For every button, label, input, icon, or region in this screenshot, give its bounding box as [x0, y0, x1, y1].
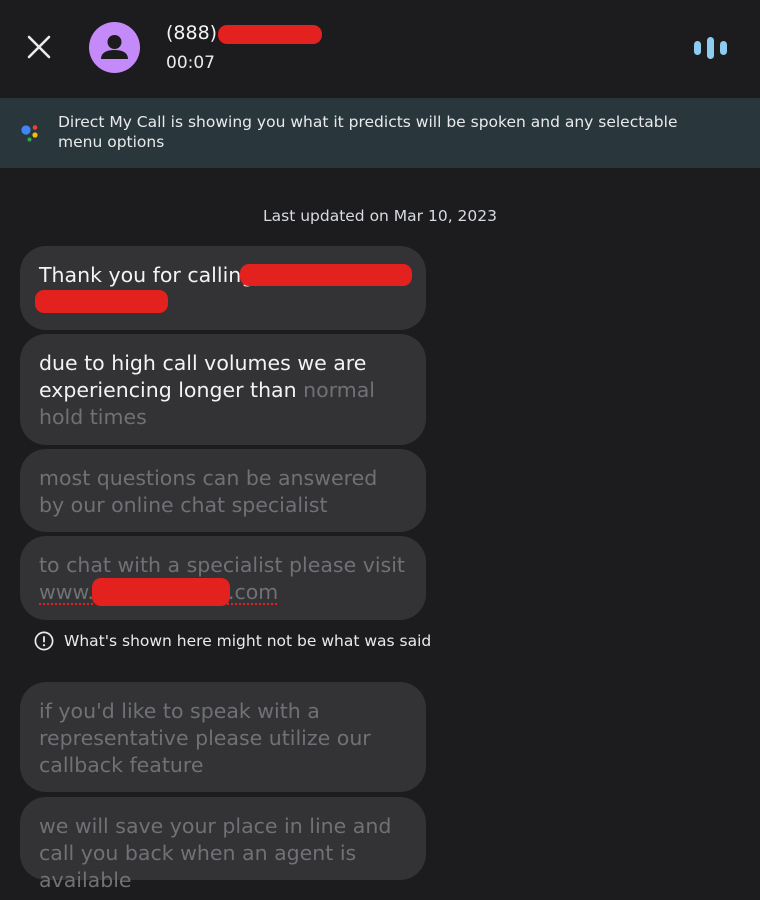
close-icon — [27, 35, 51, 59]
caller-number: (888) — [166, 22, 217, 44]
google-assistant-dots-icon — [21, 125, 38, 142]
close-button[interactable] — [22, 30, 56, 64]
predicted-text: if you'd like to speak with a representa… — [39, 699, 371, 777]
audio-output-button[interactable] — [686, 34, 734, 62]
disclaimer-text: What's shown here might not be what was … — [64, 632, 432, 650]
banner-text: Direct My Call is showing you what it pr… — [58, 113, 678, 151]
predicted-text: most questions can be answered by our on… — [39, 466, 378, 517]
spoken-text: Thank you for calling — [39, 263, 255, 287]
audio-bars-icon — [719, 41, 727, 55]
caller-avatar — [89, 22, 140, 73]
info-circle-icon — [34, 631, 54, 651]
last-updated-label: Last updated on Mar 10, 2023 — [262, 207, 498, 225]
transcript-bubble[interactable]: if you'd like to speak with a representa… — [20, 682, 426, 792]
transcript-bubble[interactable]: we will save your place in line and call… — [20, 797, 426, 892]
redaction-mark — [218, 25, 322, 44]
person-avatar-icon — [101, 35, 128, 59]
predicted-text: to chat with a specialist please visit — [39, 553, 405, 577]
redaction-mark — [35, 290, 168, 313]
predicted-text: we will save your place in line and call… — [39, 814, 392, 892]
transcript-bubble[interactable]: most questions can be answered by our on… — [20, 449, 426, 532]
audio-bars-icon — [693, 41, 701, 55]
redaction-mark — [240, 264, 412, 286]
call-timer: 00:07 — [166, 53, 215, 73]
link-suffix: .com — [227, 580, 279, 604]
transcript-bubble[interactable]: due to high call volumes we are experien… — [20, 334, 426, 445]
link-prefix: www. — [39, 580, 94, 604]
transcript-disclaimer: What's shown here might not be what was … — [34, 631, 431, 651]
audio-bars-icon — [706, 37, 714, 59]
redaction-mark — [92, 578, 230, 606]
transcript-bubble[interactable]: Thank you for calling — [20, 246, 426, 330]
caller-number-prefix: (888) — [166, 22, 218, 44]
